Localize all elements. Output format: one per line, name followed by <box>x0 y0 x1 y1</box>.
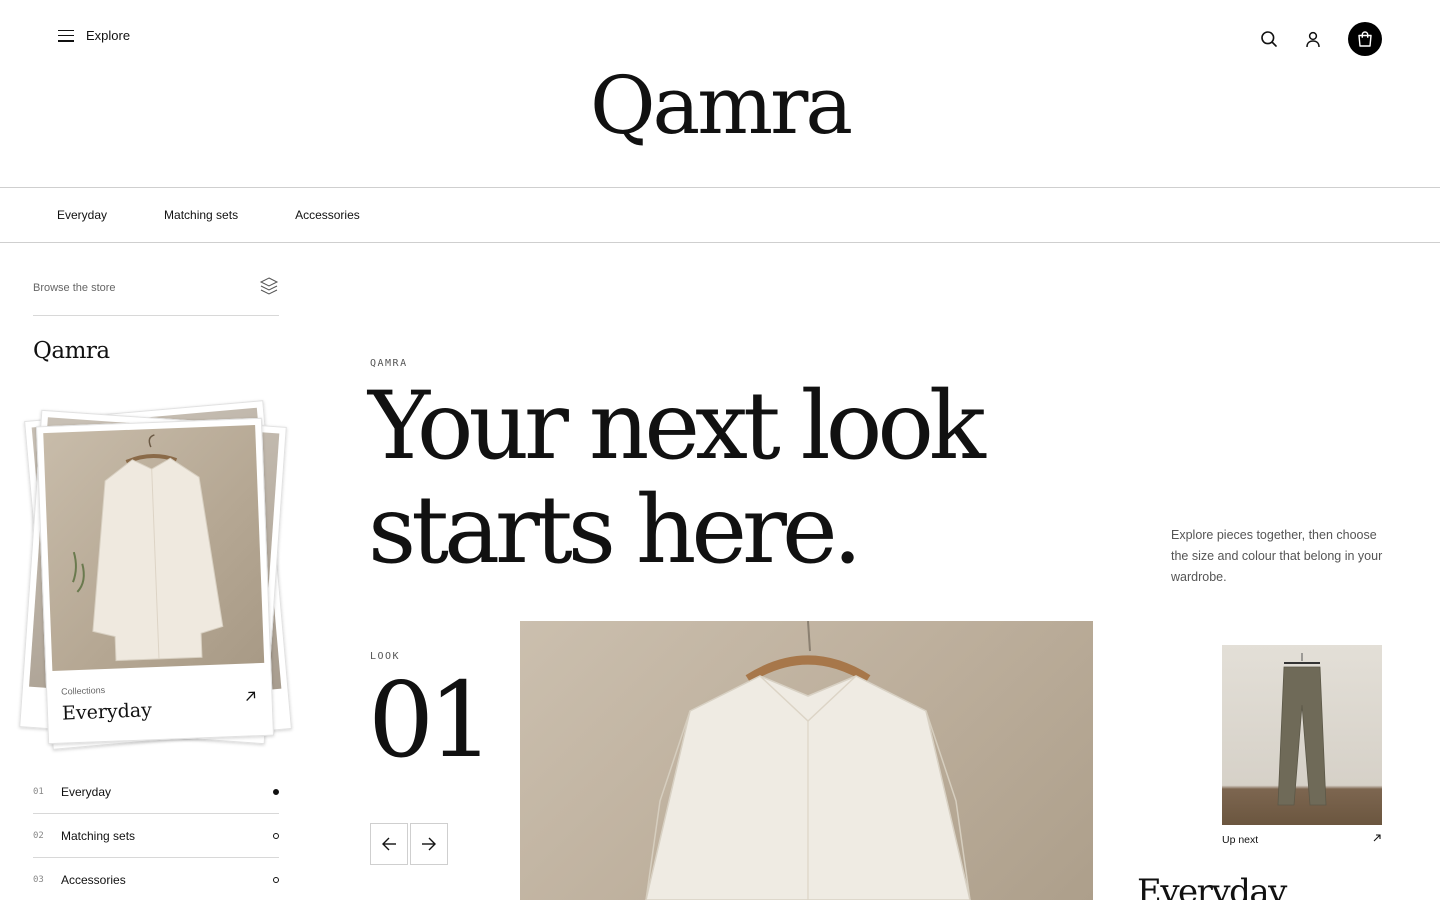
category-nav-item-accessories[interactable]: Accessories <box>295 208 360 222</box>
list-item-label: Accessories <box>61 872 126 887</box>
list-item-number: 02 <box>33 830 44 841</box>
list-item-label: Matching sets <box>61 828 136 843</box>
hero-headline-line-2: starts here. <box>368 476 862 585</box>
collection-card[interactable]: Collections Everyday <box>35 417 275 745</box>
arrow-right-icon <box>422 837 436 851</box>
hero-eyebrow: QAMRA <box>370 358 408 369</box>
hero-headline-line-1: Your next look <box>368 372 986 481</box>
user-icon[interactable] <box>1304 30 1322 48</box>
list-item-matching-sets[interactable]: 02 Matching sets <box>33 814 279 858</box>
list-item-number: 03 <box>33 874 44 885</box>
arrow-left-icon <box>382 837 396 851</box>
browse-store-row[interactable]: Browse the store <box>33 276 279 316</box>
next-look-button[interactable] <box>410 823 448 865</box>
category-nav-item-matching-sets[interactable]: Matching sets <box>164 208 238 222</box>
browse-store-label: Browse the store <box>33 282 116 294</box>
list-item-label: Everyday <box>61 784 112 799</box>
sidebar-logo: Qamra <box>33 338 110 364</box>
look-number: 01 <box>368 659 494 781</box>
previous-look-button[interactable] <box>370 823 408 865</box>
arrow-up-right-icon[interactable] <box>243 689 258 704</box>
hero-look-image[interactable] <box>520 621 1093 900</box>
category-nav-item-everyday[interactable]: Everyday <box>57 208 107 222</box>
collection-card-stack[interactable]: Collections Everyday <box>16 398 298 756</box>
list-item-number: 01 <box>33 786 44 797</box>
header-actions <box>1260 22 1382 56</box>
card-caption-title: Everyday <box>61 699 153 725</box>
arrow-up-right-icon <box>1372 833 1382 846</box>
upnext-trousers-image[interactable] <box>1222 645 1382 825</box>
bag-icon[interactable] <box>1348 22 1382 56</box>
category-nav: Everyday Matching sets Accessories <box>0 187 1440 243</box>
look-navigation <box>370 823 448 865</box>
active-dot-icon <box>273 788 279 795</box>
upnext-link[interactable]: Up next <box>1222 833 1382 846</box>
inactive-dot-icon <box>273 832 279 839</box>
list-item-accessories[interactable]: 03 Accessories <box>33 858 279 900</box>
shirt-photo <box>43 425 265 672</box>
hero-intro-text: Explore pieces together, then choose the… <box>1171 528 1383 584</box>
upnext-title: Everyday <box>1137 872 1287 900</box>
layers-icon <box>259 276 279 315</box>
menu-icon <box>58 29 74 43</box>
collection-list: 01 Everyday 02 Matching sets 03 Accessor… <box>33 770 279 900</box>
upnext-label: Up next <box>1222 833 1259 846</box>
search-icon[interactable] <box>1260 30 1278 48</box>
card-caption-small: Collections <box>60 684 106 697</box>
inactive-dot-icon <box>273 876 279 883</box>
hero-headline: Your next look starts here. <box>368 372 986 585</box>
explore-menu-button[interactable]: Explore <box>58 28 130 43</box>
list-item-everyday[interactable]: 01 Everyday <box>33 770 279 814</box>
site-logo[interactable]: Qamra <box>0 66 1440 146</box>
explore-label: Explore <box>86 28 131 43</box>
